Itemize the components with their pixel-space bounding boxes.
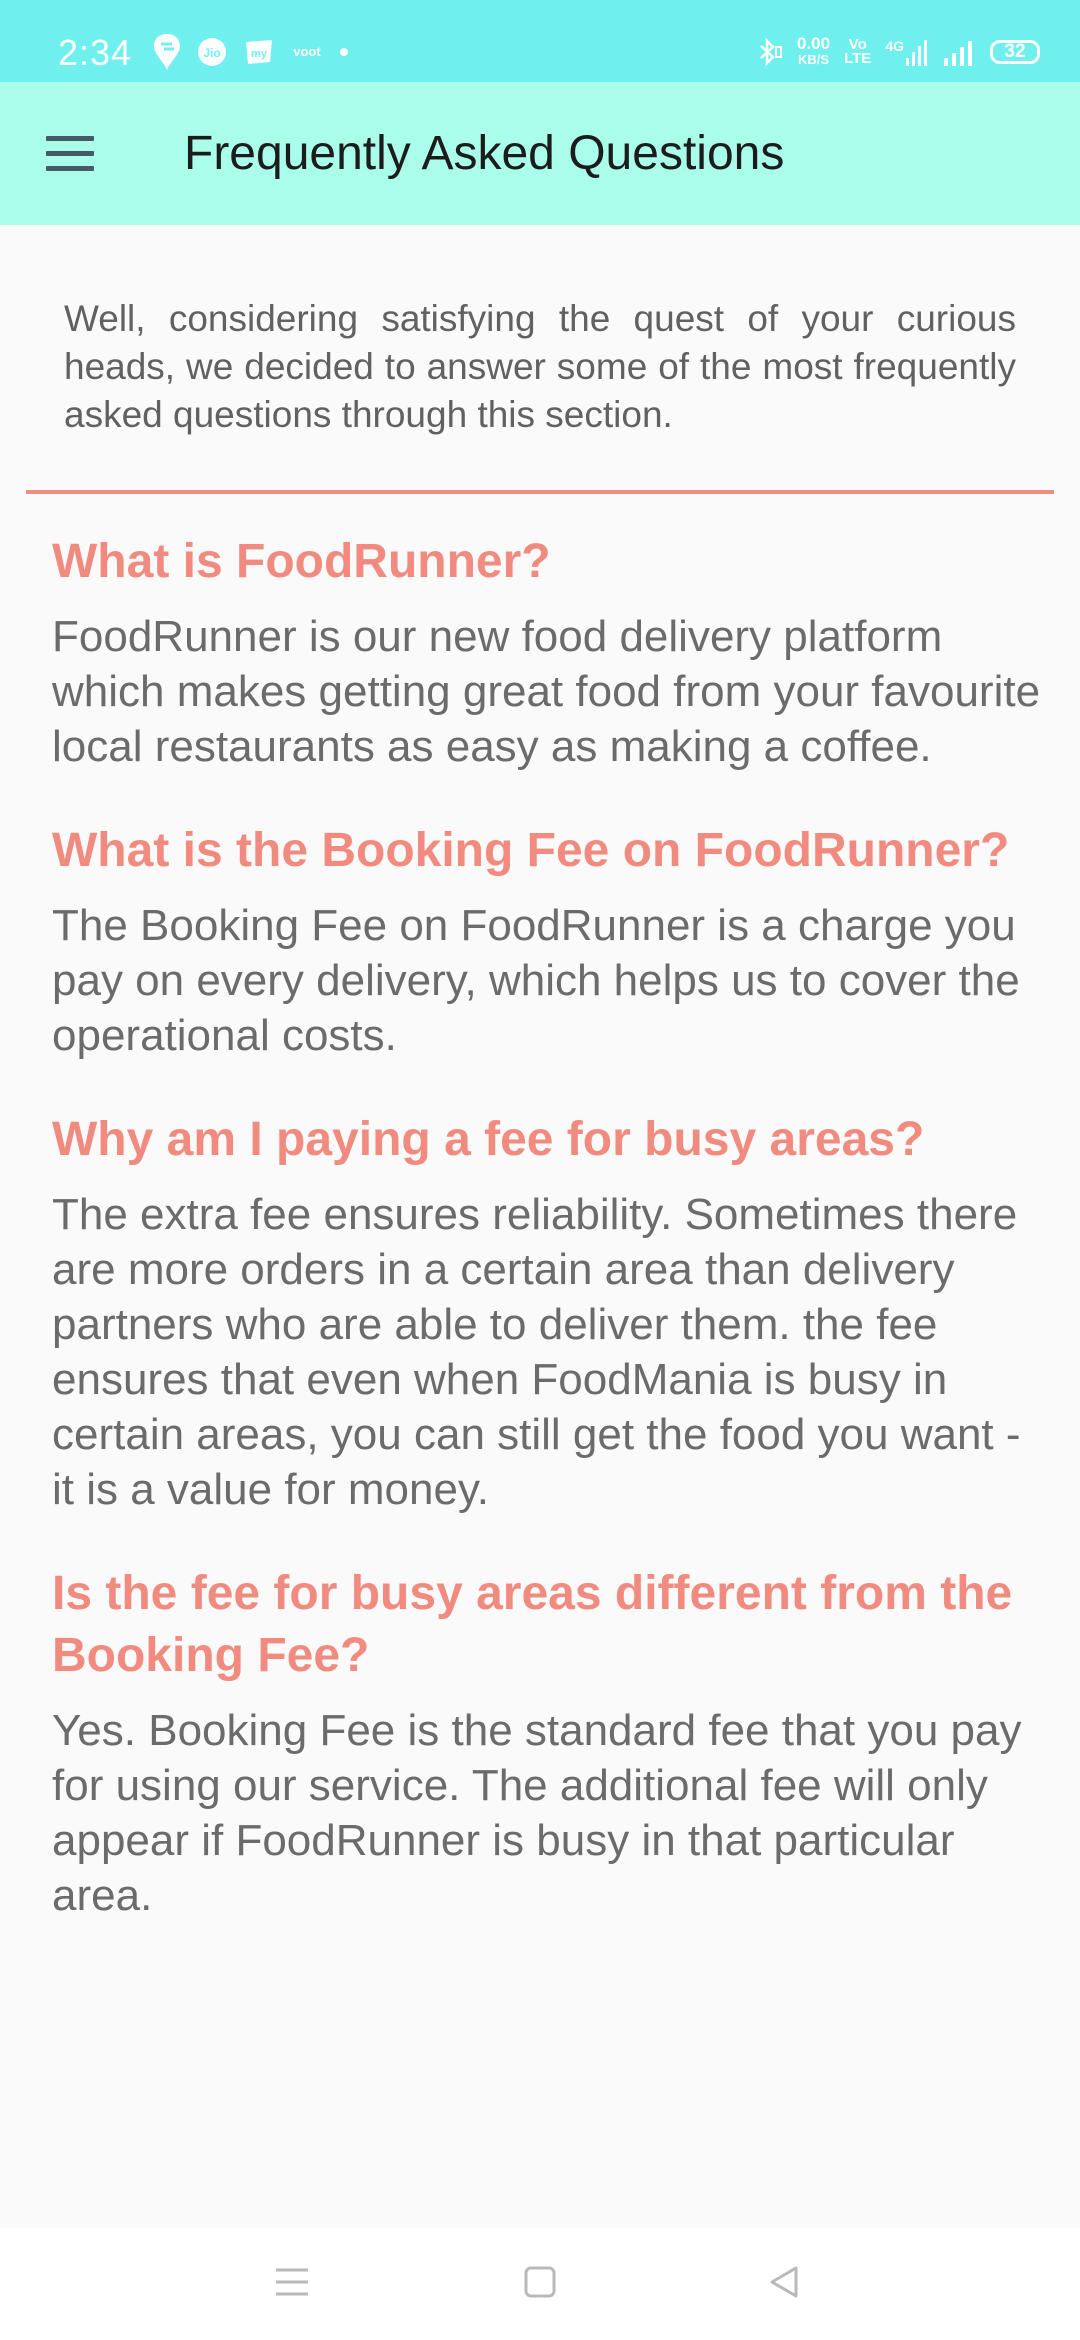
net-speed-value: 0.00 — [797, 34, 831, 53]
voot-icon: voot — [293, 44, 321, 59]
home-square-icon[interactable] — [522, 2264, 558, 2300]
section-divider — [26, 490, 1054, 494]
faq-answer: Yes. Booking Fee is the standard fee tha… — [52, 1706, 1022, 1920]
network-type: 4G — [885, 38, 904, 54]
recents-menu-icon[interactable] — [272, 2264, 312, 2300]
hamburger-menu-icon[interactable] — [44, 134, 96, 174]
signal-icon — [944, 41, 972, 66]
faq-item: What is the Booking Fee on FoodRunner? T… — [52, 820, 1042, 1063]
myjio-icon: my — [246, 40, 272, 64]
status-time: 2:34 — [58, 32, 133, 73]
faq-question: What is the Booking Fee on FoodRunner? — [52, 824, 1010, 877]
net-speed: 0.00 KB/S — [797, 34, 831, 68]
faq-question: What is FoodRunner? — [52, 535, 551, 588]
faq-answer: The Booking Fee on FoodRunner is a charg… — [52, 901, 1020, 1060]
svg-text:my: my — [251, 48, 268, 60]
faq-item: Why am I paying a fee for busy areas? Th… — [52, 1109, 1042, 1517]
swiggy-icon — [154, 34, 180, 70]
svg-text:voot: voot — [293, 44, 321, 59]
jio-icon: Jio — [198, 38, 226, 66]
faq-answer: FoodRunner is our new food delivery plat… — [52, 612, 1041, 771]
signal-icon — [906, 40, 927, 66]
system-nav-bar — [0, 2228, 1080, 2340]
bluetooth-icon — [760, 37, 782, 67]
volte-bottom: LTE — [844, 50, 872, 67]
faq-question: Is the fee for busy areas different from… — [52, 1567, 1013, 1682]
back-triangle-icon[interactable] — [766, 2264, 802, 2300]
faq-content[interactable]: Well, considering satisfying the quest o… — [0, 225, 1080, 2225]
faq-screen: 2:34 Jio my voot 0.00 KB/S Vo LTE 4G 32 … — [0, 0, 1080, 2340]
faq-item: Is the fee for busy areas different from… — [52, 1563, 1042, 1923]
page-title: Frequently Asked Questions — [184, 127, 785, 180]
faq-list: What is FoodRunner? FoodRunner is our ne… — [52, 531, 1042, 1969]
net-speed-unit: KB/S — [798, 52, 830, 67]
faq-item: What is FoodRunner? FoodRunner is our ne… — [52, 531, 1042, 774]
notification-icons: Jio my voot — [152, 32, 350, 72]
volte-indicator: Vo LTE — [844, 37, 872, 67]
app-bar: Frequently Asked Questions — [0, 82, 1080, 225]
faq-answer: The extra fee ensures reliability. Somet… — [52, 1190, 1021, 1514]
svg-text:Jio: Jio — [203, 46, 220, 60]
battery-indicator: 32 — [990, 40, 1040, 64]
status-indicators: 0.00 KB/S Vo LTE 4G 32 — [753, 34, 1040, 68]
dot-icon — [340, 48, 348, 56]
faq-question: Why am I paying a fee for busy areas? — [52, 1113, 925, 1166]
signal-4g: 4G — [885, 38, 928, 66]
intro-text: Well, considering satisfying the quest o… — [64, 298, 1016, 435]
status-bar: 2:34 Jio my voot 0.00 KB/S Vo LTE 4G 32 — [0, 0, 1080, 82]
